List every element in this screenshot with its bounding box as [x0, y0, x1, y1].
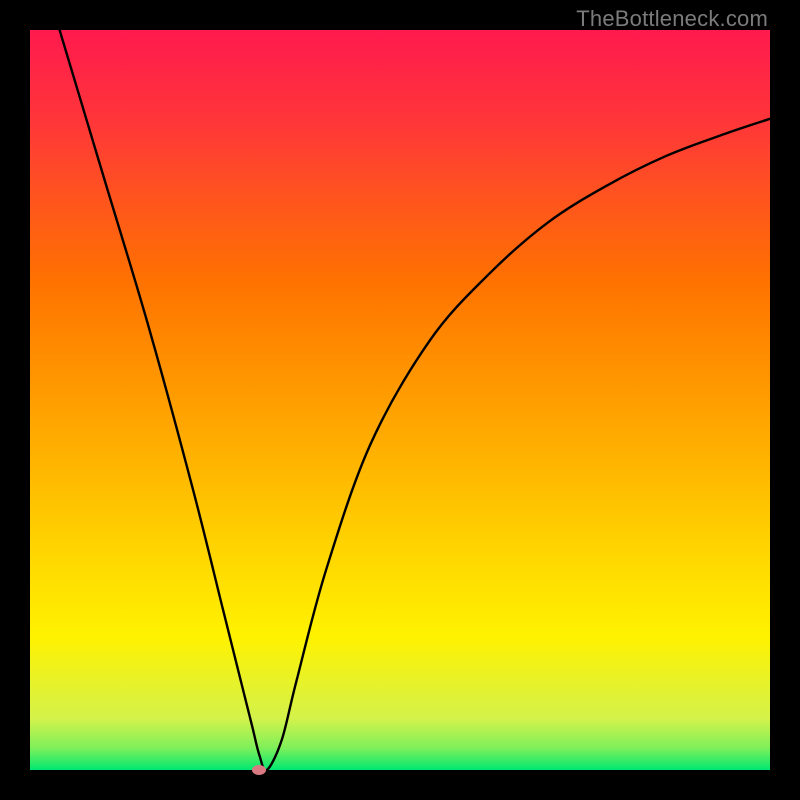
chart-frame: TheBottleneck.com [0, 0, 800, 800]
bottleneck-curve [60, 30, 770, 770]
plot-area [30, 30, 770, 770]
watermark-text: TheBottleneck.com [576, 6, 768, 32]
minimum-marker [252, 765, 266, 775]
curve-svg [30, 30, 770, 770]
